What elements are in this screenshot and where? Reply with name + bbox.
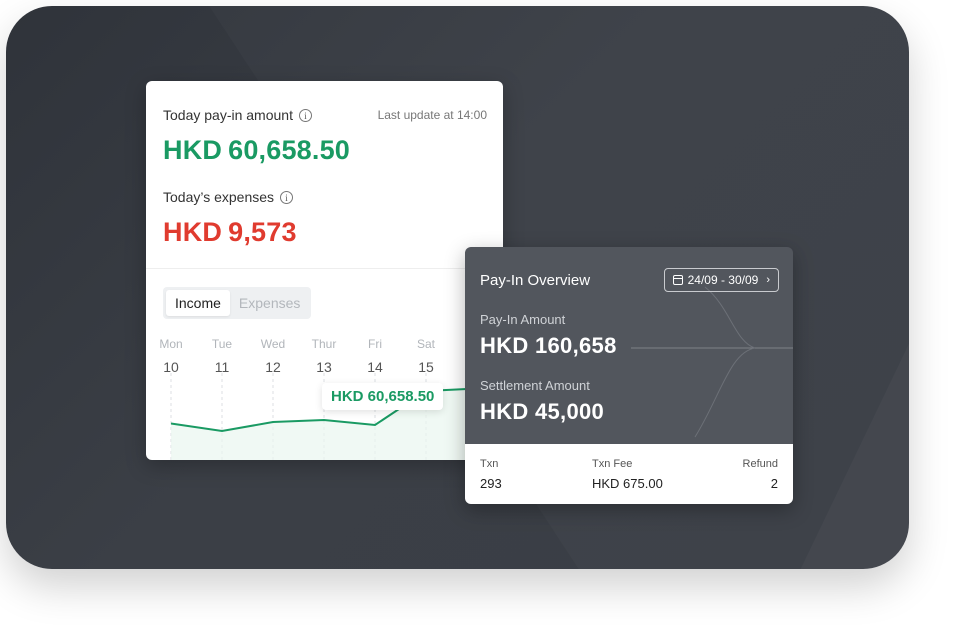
settlement-amount-value: HKD 45,000 [480, 399, 605, 424]
day-label: Wed 12 [260, 337, 286, 375]
payin-label-row: Today pay-in amount i [163, 107, 312, 123]
info-icon[interactable]: i [280, 190, 294, 204]
refund-stat: Refund 2 [742, 458, 778, 491]
expenses-value: 9,573 [228, 217, 297, 247]
income-card: Today pay-in amount i Last update at 14:… [146, 81, 503, 460]
date-range-text: 24/09 - 30/09 [687, 273, 759, 287]
chart-tooltip: HKD 60,658.50 [322, 383, 444, 410]
day-label: Thur 13 [311, 337, 337, 375]
day-label: Fri 14 [367, 337, 383, 375]
day-label: Sat 15 [416, 337, 435, 375]
expenses-label: Today’s expenses [163, 189, 275, 205]
payin-label: Today pay-in amount [163, 107, 293, 123]
toggle-income[interactable]: Income [166, 290, 230, 316]
toggle-expenses[interactable]: Expenses [230, 290, 309, 316]
payin-amount-label: Pay-In Amount [480, 312, 566, 327]
payin-amount-value: HKD 160,658 [480, 333, 617, 358]
txn-stat: Txn 293 [480, 458, 502, 491]
income-expenses-toggle: Income Expenses [163, 287, 311, 319]
calendar-icon [672, 275, 683, 285]
txn-fee-stat: Txn Fee HKD 675.00 [592, 458, 663, 491]
day-label: Tue 11 [211, 337, 233, 375]
overview-header: Pay-In Overview 24/09 - 30/09 › Pay-In A… [465, 247, 793, 444]
overview-stats: Txn 293 Txn Fee HKD 675.00 Refund 2 [465, 444, 793, 504]
last-update-text: Last update at 14:00 [377, 108, 487, 122]
payin-overview-card: Pay-In Overview 24/09 - 30/09 › Pay-In A… [465, 247, 793, 504]
payin-amount: HKD 60,658.50 [163, 135, 350, 166]
expenses-amount: HKD 9,573 [163, 217, 297, 248]
info-icon[interactable]: i [298, 108, 312, 122]
divider [146, 268, 503, 269]
payin-currency: HKD [163, 135, 223, 165]
date-range-picker[interactable]: 24/09 - 30/09 › [663, 268, 779, 292]
chevron-right-icon: › [766, 274, 770, 286]
overview-title: Pay-In Overview [480, 272, 591, 289]
day-label: Mon 10 [159, 337, 183, 375]
expenses-currency: HKD [163, 217, 223, 247]
payin-value: 60,658.50 [228, 135, 351, 165]
settlement-amount-label: Settlement Amount [480, 378, 590, 393]
expenses-label-row: Today’s expenses i [163, 189, 294, 205]
